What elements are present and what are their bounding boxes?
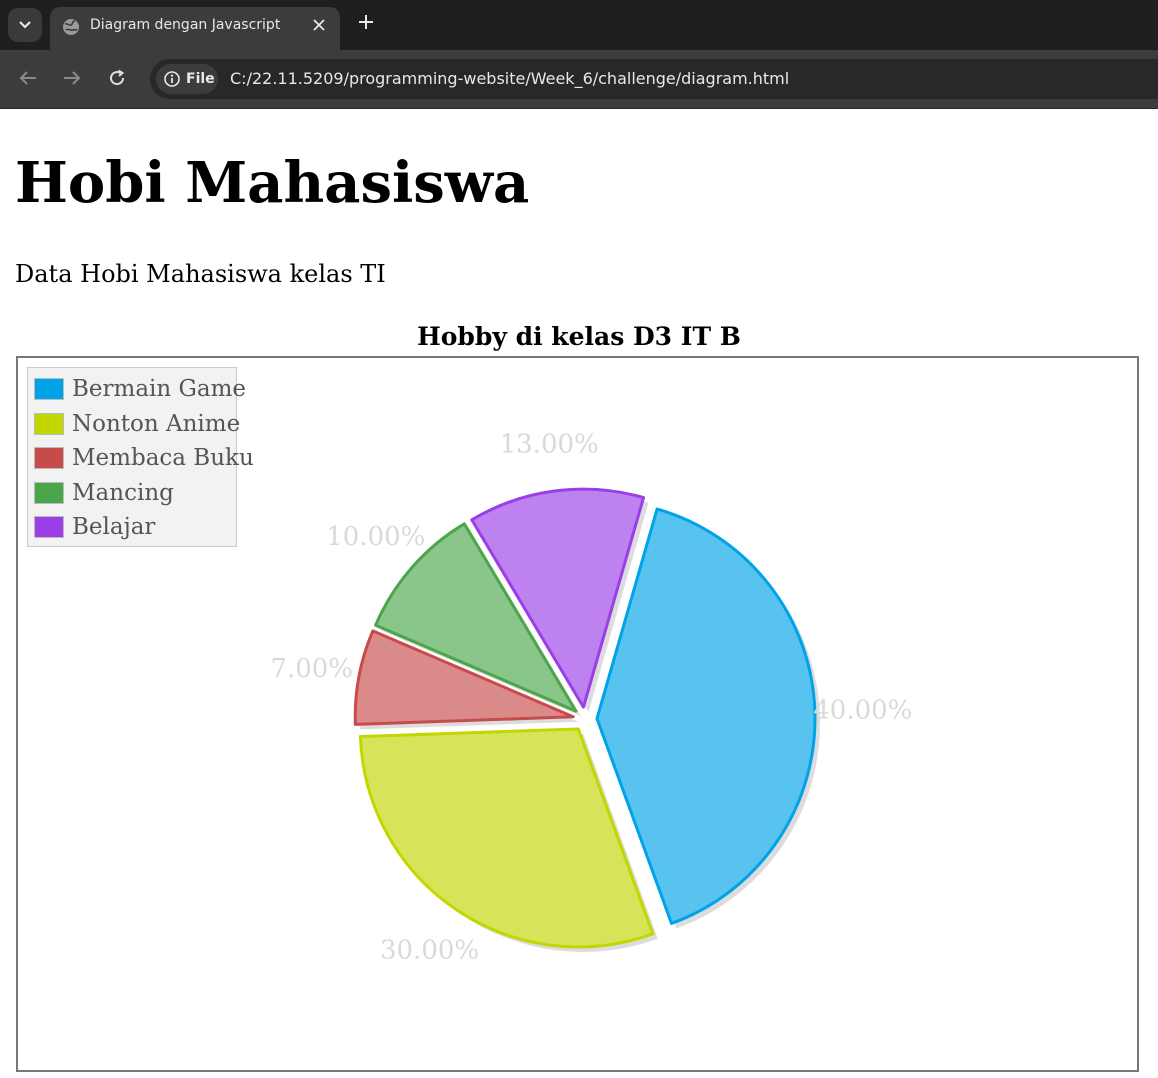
legend-label: Nonton Anime [72, 410, 241, 437]
chevron-down-icon [19, 21, 31, 29]
tab-title: Diagram dengan Javascript [90, 17, 281, 33]
chart-title: Hobby di kelas D3 IT B [417, 322, 741, 351]
legend-label: Bermain Game [72, 376, 247, 403]
page-title: Hobi Mahasiswa [15, 150, 530, 216]
legend-item: Nonton Anime [34, 407, 240, 442]
address-bar[interactable]: File C:/22.11.5209/programming-website/W… [150, 59, 1158, 99]
legend-item: Bermain Game [34, 372, 246, 407]
legend-swatch [34, 447, 64, 470]
browser-toolbar: File C:/22.11.5209/programming-website/W… [0, 50, 1158, 109]
chart-legend: Bermain Game Nonton Anime Membaca Buku M… [27, 367, 254, 547]
legend-item: Mancing [34, 476, 236, 511]
close-tab-button[interactable] [308, 15, 330, 37]
legend-label: Belajar [72, 514, 156, 541]
tab-search-button[interactable] [8, 8, 42, 42]
forward-button[interactable] [58, 64, 86, 92]
pie-slice-label: 30.00% [380, 935, 479, 965]
page-content: Hobi Mahasiswa Data Hobi Mahasiswa kelas… [0, 110, 1158, 1078]
globe-icon [63, 19, 79, 35]
new-tab-button[interactable] [354, 12, 378, 36]
pie-slice-label: 10.00% [326, 522, 425, 552]
info-chip-label: File [186, 71, 215, 87]
close-icon [313, 19, 325, 31]
pie-slice-label: 7.00% [270, 654, 353, 684]
pie-slice-label: 40.00% [813, 695, 912, 725]
plus-icon [359, 15, 373, 29]
browser-tab[interactable]: Diagram dengan Javascript [50, 7, 340, 50]
browser-tab-bar: Diagram dengan Javascript [0, 0, 1158, 50]
pie-slice-nonton-anime[interactable] [358, 727, 655, 949]
legend-item: Membaca Buku [34, 441, 254, 476]
legend-swatch [34, 412, 64, 435]
legend-swatch [34, 516, 64, 539]
legend-item: Belajar [34, 510, 236, 545]
reload-icon [110, 69, 125, 86]
back-arrow-icon [19, 71, 36, 85]
reload-button[interactable] [103, 64, 131, 92]
chart-container: 40.00% 30.00% 7.00% 10.00% 13.00% Bermain Ga… [16, 356, 1139, 1072]
legend-swatch [34, 378, 64, 401]
forward-arrow-icon [64, 71, 81, 85]
legend-label: Membaca Buku [72, 445, 254, 472]
pie-slice-label: 13.00% [500, 429, 599, 459]
legend-label: Mancing [72, 479, 174, 506]
site-info-chip[interactable]: File [156, 64, 218, 94]
back-button[interactable] [14, 64, 42, 92]
legend-swatch [34, 481, 64, 504]
page-description: Data Hobi Mahasiswa kelas TI [15, 260, 386, 288]
pie-slice-bermain-game[interactable] [595, 507, 817, 925]
info-icon [164, 71, 180, 87]
url-text[interactable]: C:/22.11.5209/programming-website/Week_6… [230, 69, 789, 88]
